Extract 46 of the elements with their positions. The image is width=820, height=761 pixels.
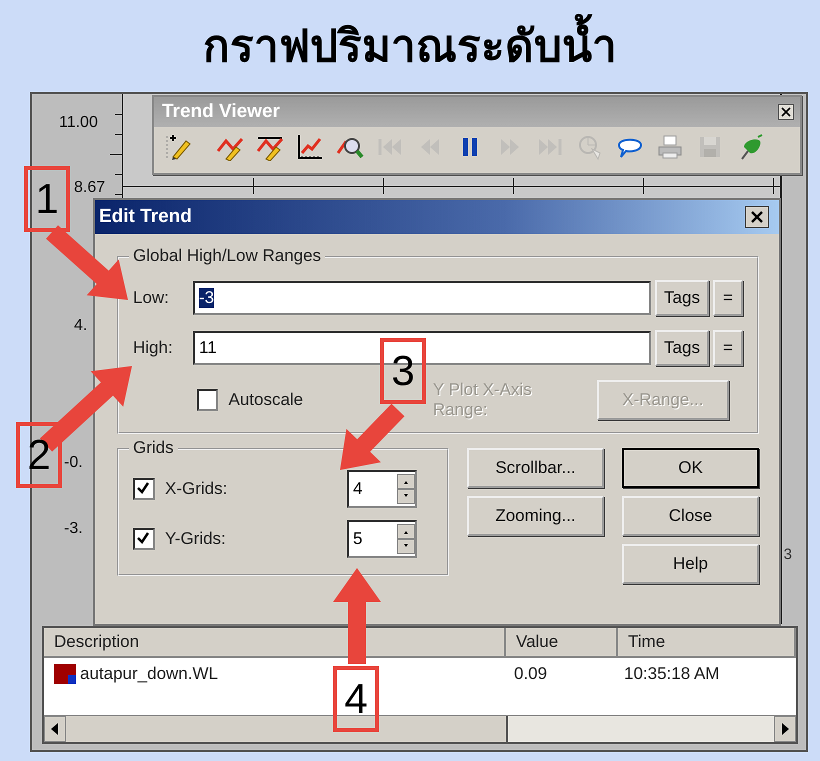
spinner-arrows-icon[interactable] — [397, 524, 415, 554]
window-title: Trend Viewer — [162, 101, 280, 123]
number-field[interactable]: 4 — [347, 470, 417, 508]
check-icon — [135, 480, 151, 496]
xy-range-label: Y Plot X-Axis Range: — [432, 380, 533, 420]
check-icon — [135, 530, 151, 546]
checkbox[interactable] — [133, 528, 155, 550]
dialog-button[interactable]: Scrollbar... — [467, 448, 604, 488]
close-icon[interactable] — [745, 206, 769, 228]
y-axis-label: -3. — [64, 520, 83, 538]
table-cell: autapur_down.WL — [80, 664, 218, 684]
scroll-left-icon[interactable] — [44, 716, 66, 742]
dialog-button[interactable]: Zooming... — [467, 496, 604, 536]
add-icon[interactable] — [164, 133, 192, 161]
column-header[interactable]: Value — [506, 628, 618, 656]
callout-number: 3 — [380, 338, 426, 404]
spinner-arrows-icon[interactable] — [397, 474, 415, 504]
checkbox[interactable] — [133, 478, 155, 500]
scroll-right-icon[interactable] — [774, 716, 796, 742]
close-icon[interactable] — [778, 104, 794, 120]
x-axis-label: 3 — [784, 546, 792, 563]
dialog-button[interactable]: Help — [622, 544, 759, 584]
checkbox-label: X-Grids: — [165, 479, 228, 499]
dialog-button[interactable]: Close — [622, 496, 759, 536]
table-cell: 0.09 — [514, 664, 548, 684]
checkbox-label: Autoscale — [228, 390, 304, 410]
y-axis-label: 8.67 — [74, 179, 106, 197]
column-header[interactable]: Time — [618, 628, 796, 656]
y-axis-label: -0. — [64, 454, 83, 472]
callout-arrow — [340, 404, 404, 470]
callout-number: 1 — [24, 166, 70, 232]
callout-number: 4 — [333, 666, 379, 732]
table-cell: 10:35:18 AM — [624, 664, 720, 684]
print-icon[interactable] — [656, 133, 684, 161]
checkbox-label: Y-Grids: — [165, 529, 227, 549]
field-label: Low: — [133, 288, 170, 308]
y-axis-label: 4. — [74, 317, 88, 335]
page-title: กราฟปริมาณระดับน้ำ — [0, 0, 820, 80]
number-field[interactable]: 5 — [347, 520, 417, 558]
chart-icon[interactable] — [296, 133, 324, 161]
y-axis-label: 11.00 — [59, 114, 98, 132]
dialog-title: Edit Trend — [99, 206, 192, 228]
group-label: Global High/Low Ranges — [129, 246, 326, 266]
horizontal-scrollbar[interactable] — [44, 715, 796, 742]
field-label: High: — [133, 338, 174, 358]
dialog-button[interactable]: OK — [622, 448, 759, 488]
